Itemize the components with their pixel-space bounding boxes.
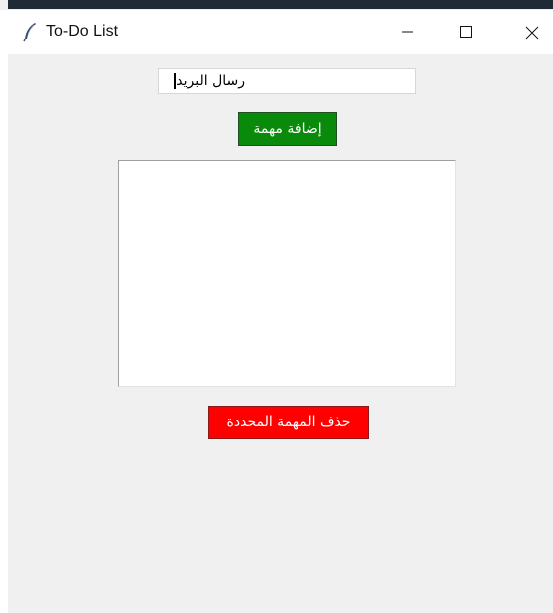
task-listbox[interactable] bbox=[118, 160, 456, 387]
desktop-edge bbox=[0, 0, 553, 10]
close-button[interactable] bbox=[507, 10, 553, 54]
add-task-button[interactable]: إضافة مهمة bbox=[238, 112, 337, 146]
task-input[interactable]: رسال البريد bbox=[158, 68, 416, 94]
todo-window: To-Do List رسال البريد إضافة مهمة حذف ال… bbox=[8, 10, 553, 613]
minimize-icon bbox=[402, 31, 413, 33]
minimize-button[interactable] bbox=[384, 10, 430, 54]
maximize-button[interactable] bbox=[444, 10, 490, 54]
close-icon bbox=[525, 26, 539, 40]
window-content: رسال البريد إضافة مهمة حذف المهمة المحدد… bbox=[8, 54, 553, 613]
delete-selected-task-button[interactable]: حذف المهمة المحددة bbox=[208, 406, 369, 439]
feather-icon bbox=[21, 22, 39, 42]
task-input-value: رسال البريد bbox=[176, 73, 245, 89]
maximize-icon bbox=[460, 26, 472, 38]
title-bar[interactable]: To-Do List bbox=[8, 10, 553, 54]
window-title: To-Do List bbox=[46, 23, 119, 40]
taskbar-edge bbox=[8, 0, 553, 9]
